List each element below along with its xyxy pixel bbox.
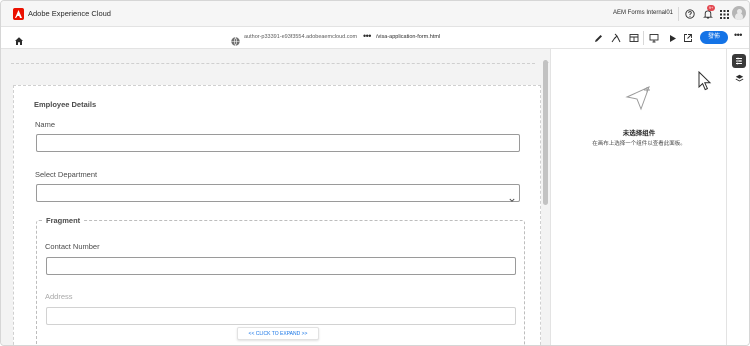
adobe-logo[interactable] [13,8,24,20]
contact-number-field[interactable] [46,257,516,275]
divider [678,7,679,21]
side-rail [726,49,749,345]
global-header: Adobe Experience Cloud AEM Forms Interna… [1,1,749,27]
style-icon[interactable] [611,33,621,43]
preview-play-icon[interactable] [667,33,677,43]
pencil-icon[interactable] [593,33,603,43]
properties-icon[interactable] [732,54,746,68]
empty-state-title: 未选择组件 [622,129,656,137]
fragment-title: Fragment [43,216,84,225]
canvas-scrollbar[interactable] [541,49,550,345]
scroll-thumb[interactable] [543,60,548,205]
chevron-down-icon [509,190,515,208]
help-icon[interactable] [684,8,696,20]
empty-state-description: 在画布上选择一个组件以查看此面板。 [592,141,686,147]
select-pointer-icon [623,83,655,120]
brand-name[interactable]: Adobe Experience Cloud [28,9,111,18]
name-field[interactable] [36,134,520,152]
user-avatar[interactable] [732,6,746,20]
panel-title: Employee Details [34,100,97,109]
url-host: author-p33391-e93f3554.adobeaemcloud.com [244,34,358,40]
notification-badge: 9+ [707,5,715,11]
name-label: Name [35,120,56,129]
click-to-expand-button[interactable]: << CLICK TO EXPAND >> [237,327,319,340]
data-source-icon[interactable] [629,33,639,43]
apps-grid-icon[interactable] [718,8,730,20]
scroll-down-icon[interactable] [543,336,549,345]
mouse-cursor-icon [698,70,712,96]
publish-button[interactable]: 發佈 [700,31,728,44]
form-panel[interactable]: Employee Details Name Select Department … [13,85,541,345]
address-field[interactable] [46,307,516,325]
divider [643,31,644,45]
department-select[interactable] [36,184,520,202]
url-path: /visa-application-form.html [376,34,441,40]
editor-toolbar: author-p33391-e93f3554.adobeaemcloud.com… [1,27,749,49]
org-switcher[interactable]: AEM Forms Internal01 [613,10,673,16]
address-label: Address [45,292,73,301]
department-label: Select Department [35,170,98,179]
more-actions-button[interactable]: ••• [734,30,742,40]
layers-icon[interactable] [732,71,746,85]
container-outline [11,63,535,64]
url-more-button[interactable]: ••• [363,31,371,41]
open-external-icon[interactable] [683,33,693,43]
app-window: Adobe Experience Cloud AEM Forms Interna… [0,0,750,346]
contact-number-label: Contact Number [45,242,100,251]
device-icon[interactable] [649,33,659,43]
editor-canvas[interactable]: Employee Details Name Select Department … [1,49,541,345]
